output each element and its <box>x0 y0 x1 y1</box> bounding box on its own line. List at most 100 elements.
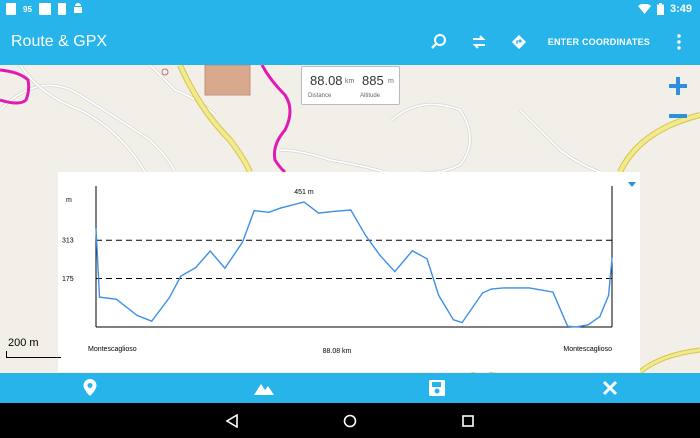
elevation-point <box>426 258 428 260</box>
elevation-point <box>224 267 226 269</box>
y-axis-unit: m <box>66 197 72 204</box>
swap-button[interactable] <box>468 31 490 53</box>
y-tick-label: 313 <box>62 238 74 245</box>
elevation-point <box>364 234 367 236</box>
android-icon <box>73 3 82 13</box>
altitude-value: 885 <box>362 73 384 88</box>
elevation-point <box>115 298 118 300</box>
elevation-point <box>318 212 320 214</box>
elevation-point <box>194 267 197 269</box>
back-button[interactable] <box>224 413 240 429</box>
elevation-point <box>490 288 493 290</box>
elevation-point <box>611 257 613 259</box>
total-distance-label: 88.08 km <box>323 348 352 355</box>
app-bar: Route & GPX ENTER COORDINATES <box>0 20 700 65</box>
app-title: Route & GPX <box>11 33 108 50</box>
save-button[interactable] <box>427 378 447 398</box>
system-nav-bar <box>0 403 700 438</box>
location-pin-button[interactable] <box>80 378 100 398</box>
y-tick-labels: 175 313 <box>62 238 74 283</box>
scale-ruler <box>6 351 61 358</box>
elevation-point <box>241 241 244 243</box>
directions-button[interactable] <box>508 31 530 53</box>
sim-icon <box>57 3 66 15</box>
swap-icon <box>472 35 486 49</box>
chevron-down-icon <box>628 182 636 187</box>
elevation-point <box>98 296 101 298</box>
distance-label: Distance <box>308 93 332 99</box>
elevation-point <box>552 291 554 293</box>
bottom-action-bar <box>0 373 700 403</box>
scale-label: 200 m <box>8 337 39 349</box>
enter-coordinates-button[interactable]: ENTER COORDINATES <box>548 37 650 47</box>
wifi-icon <box>637 4 651 14</box>
altitude-label: Altitude <box>360 93 381 99</box>
battery-icon <box>656 3 664 15</box>
max-altitude-label: 451 m <box>294 189 314 196</box>
elevation-point <box>95 228 97 230</box>
save-icon <box>429 380 445 396</box>
collapse-chart-button[interactable] <box>627 176 637 187</box>
distance-unit: km <box>345 78 355 85</box>
recents-icon <box>462 415 474 427</box>
minus-icon <box>669 114 687 118</box>
flipboard-icon <box>38 3 51 15</box>
back-icon <box>225 414 238 428</box>
elevation-point <box>151 320 153 322</box>
clock: 3:49 <box>669 3 692 15</box>
reference-lines <box>96 239 612 279</box>
elevation-point <box>575 326 577 328</box>
elevation-point <box>438 294 440 297</box>
mountain-icon <box>254 384 274 395</box>
scale-bar: 200 m <box>4 336 61 360</box>
photo-icon <box>6 3 16 15</box>
elevation-point <box>268 211 270 213</box>
elevation-point <box>253 209 255 212</box>
zoom-in-button[interactable] <box>666 74 690 98</box>
notification-count: 95 <box>23 4 32 14</box>
elevation-points <box>95 201 613 328</box>
elevation-point <box>136 314 138 316</box>
elevation-button[interactable] <box>254 378 274 398</box>
location-pin-icon <box>83 379 97 396</box>
start-location-label: Montescaglioso <box>88 346 137 353</box>
elevation-point <box>209 250 211 252</box>
more-button[interactable] <box>668 31 690 53</box>
directions-icon <box>511 34 526 50</box>
y-tick-label: 175 <box>62 276 74 283</box>
elevation-point <box>528 287 531 289</box>
close-icon <box>602 380 618 396</box>
elevation-point <box>379 254 381 257</box>
elevation-point <box>587 324 589 326</box>
elevation-profile-panel: 175 313 m 451 m Montescaglioso 88.08 km M… <box>58 172 640 372</box>
elevation-point <box>350 209 352 211</box>
elevation-point <box>168 297 170 299</box>
recents-button[interactable] <box>460 413 476 429</box>
search-button[interactable] <box>428 31 450 53</box>
elevation-point <box>461 321 463 324</box>
status-bar: 95 3:49 <box>0 0 700 20</box>
end-location-label: Montescaglioso <box>563 346 612 353</box>
elevation-point <box>303 201 305 203</box>
home-button[interactable] <box>342 413 358 429</box>
elevation-point <box>608 294 610 297</box>
elevation-point <box>411 250 413 252</box>
more-icon <box>677 34 681 50</box>
elevation-point <box>482 292 484 294</box>
distance-value: 88.08 <box>310 73 343 88</box>
elevation-point <box>599 316 601 318</box>
elevation-point <box>502 287 504 289</box>
elevation-point <box>394 270 396 273</box>
elevation-point <box>279 207 282 209</box>
distance-altitude-box: 88.08 km 885 m Distance Altitude <box>301 66 400 105</box>
close-button[interactable] <box>600 378 620 398</box>
elevation-point <box>452 319 454 321</box>
zoom-out-button[interactable] <box>666 104 690 128</box>
elevation-line <box>95 201 613 328</box>
search-icon <box>430 34 446 49</box>
elevation-point <box>332 210 334 213</box>
elevation-chart: 175 313 m 451 m Montescaglioso 88.08 km M… <box>62 186 613 355</box>
plus-icon <box>669 77 687 95</box>
elevation-point <box>566 325 569 327</box>
home-icon <box>343 414 357 428</box>
